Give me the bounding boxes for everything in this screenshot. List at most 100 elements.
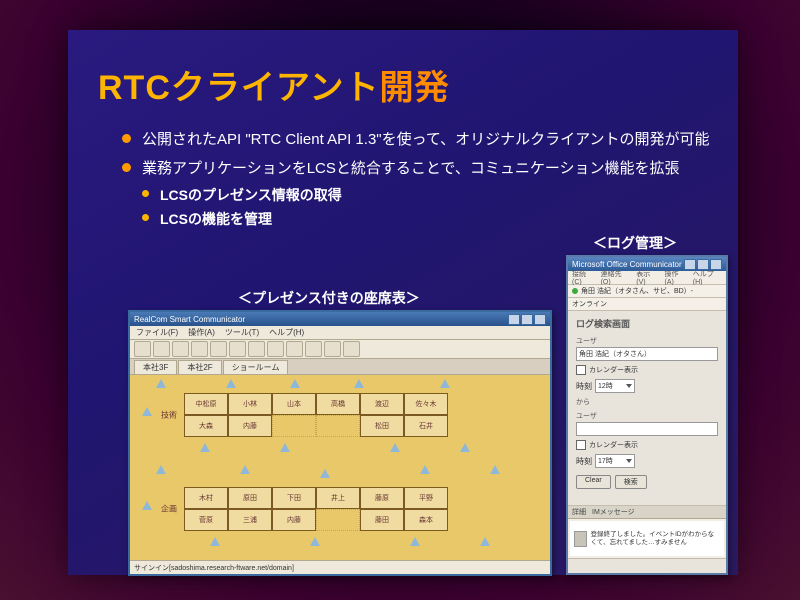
toolbar-btn[interactable] bbox=[343, 341, 360, 357]
list-row[interactable]: 登録終了しました。イベントIDがわからなくて、忘れてました…すみません bbox=[570, 521, 724, 556]
presence-icon bbox=[200, 443, 210, 452]
seat-cell[interactable]: 井上 bbox=[316, 487, 360, 509]
seat-cell[interactable]: 藤原 bbox=[360, 487, 404, 509]
seat-cell[interactable]: 山本 bbox=[272, 393, 316, 415]
toolbar-btn[interactable] bbox=[229, 341, 246, 357]
seat-cell[interactable]: 平野 bbox=[404, 487, 448, 509]
title-prefix: RTC bbox=[98, 69, 171, 107]
seat-cell[interactable]: 小林 bbox=[228, 393, 272, 415]
toolbar-btn[interactable] bbox=[153, 341, 170, 357]
calendar-check[interactable]: カレンダー表示 bbox=[576, 365, 718, 375]
presence-icon bbox=[156, 379, 166, 388]
toolbar-btn[interactable] bbox=[172, 341, 189, 357]
seat-cell[interactable]: 内藤 bbox=[228, 415, 272, 437]
close-button[interactable] bbox=[710, 259, 722, 270]
user2-input[interactable] bbox=[576, 422, 718, 436]
user-input[interactable]: 角田 浩紀（オタさん） bbox=[576, 347, 718, 361]
list-msg-text: 登録終了しました。イベントIDがわからなくて、忘れてました…すみません bbox=[591, 531, 720, 545]
seat-cell[interactable]: 佐々木 bbox=[404, 393, 448, 415]
menu-item[interactable]: 操作(A) bbox=[664, 269, 686, 286]
seat-empty[interactable] bbox=[316, 415, 360, 437]
close-button[interactable] bbox=[534, 314, 546, 325]
seat-cell[interactable]: 松田 bbox=[360, 415, 404, 437]
thumb-icon bbox=[574, 531, 587, 547]
seat-cell[interactable]: 内藤 bbox=[272, 509, 316, 531]
menu-file[interactable]: ファイル(F) bbox=[136, 327, 178, 338]
menu-item[interactable]: 接続(C) bbox=[572, 269, 595, 286]
seat-cell[interactable]: 高橋 bbox=[316, 393, 360, 415]
presence-icon bbox=[142, 501, 152, 510]
seat-cell[interactable]: 下田 bbox=[272, 487, 316, 509]
clear-button[interactable]: Clear bbox=[576, 475, 611, 489]
seat-cell[interactable]: 原田 bbox=[228, 487, 272, 509]
caption-log: ＜ログ管理＞ bbox=[593, 233, 677, 253]
time-value: 12時 bbox=[598, 381, 613, 391]
time-select[interactable]: 12時 bbox=[595, 379, 635, 393]
seat-empty[interactable] bbox=[272, 415, 316, 437]
log-footer bbox=[568, 558, 726, 573]
checkbox-icon bbox=[576, 440, 586, 450]
seat-row: 中松原 小林 山本 高橋 渡辺 佐々木 bbox=[184, 393, 448, 415]
time2-value: 17時 bbox=[598, 456, 613, 466]
toolbar-btn[interactable] bbox=[305, 341, 322, 357]
seat-cell[interactable]: 菅原 bbox=[184, 509, 228, 531]
toolbar-btn[interactable] bbox=[286, 341, 303, 357]
seat-empty[interactable] bbox=[316, 509, 360, 531]
menu-action[interactable]: 操作(A) bbox=[188, 327, 215, 338]
seat-cell[interactable]: 中松原 bbox=[184, 393, 228, 415]
menu-tool[interactable]: ツール(T) bbox=[225, 327, 259, 338]
chevron-down-icon bbox=[626, 384, 632, 388]
group2-label: 企画 bbox=[158, 504, 180, 515]
presence-icon bbox=[142, 407, 152, 416]
time2-label: 時刻 bbox=[576, 456, 592, 467]
tab-3[interactable]: ショールーム bbox=[223, 360, 289, 374]
log-form: ログ検索画面 ユーザ 角田 浩紀（オタさん） カレンダー表示 時刻 12時 から bbox=[568, 311, 726, 505]
seat-cell[interactable]: 大森 bbox=[184, 415, 228, 437]
chevron-down-icon bbox=[626, 459, 632, 463]
toolbar-btn[interactable] bbox=[134, 341, 151, 357]
toolbar-btn[interactable] bbox=[248, 341, 265, 357]
seat-cell[interactable]: 森本 bbox=[404, 509, 448, 531]
presence-icon bbox=[460, 443, 470, 452]
seat-row: 菅原 三浦 内藤 藤田 森本 bbox=[184, 509, 448, 531]
caption-seat-chart: ＜プレゼンス付きの座席表＞ bbox=[238, 288, 420, 308]
list-header: 詳細 IMメッセージ bbox=[568, 506, 726, 519]
presence-icon bbox=[410, 537, 420, 546]
toolbar-btn[interactable] bbox=[210, 341, 227, 357]
title-suffix: 開発 bbox=[380, 69, 450, 107]
seat-cell[interactable]: 藤田 bbox=[360, 509, 404, 531]
toolbar-btn[interactable] bbox=[267, 341, 284, 357]
presence-icon bbox=[480, 537, 490, 546]
calendar2-check[interactable]: カレンダー表示 bbox=[576, 440, 718, 450]
maximize-button[interactable] bbox=[697, 259, 709, 270]
menu-help[interactable]: ヘルプ(H) bbox=[269, 327, 304, 338]
form-title: ログ検索画面 bbox=[576, 317, 718, 330]
tab-1[interactable]: 本社3F bbox=[134, 360, 177, 374]
seat-cell[interactable]: 石井 bbox=[404, 415, 448, 437]
minimize-button[interactable] bbox=[508, 314, 520, 325]
list-col-msg: IMメッセージ bbox=[592, 507, 635, 517]
search-button[interactable]: 検索 bbox=[615, 475, 647, 489]
maximize-button[interactable] bbox=[521, 314, 533, 325]
seat-cell[interactable]: 木村 bbox=[184, 487, 228, 509]
menu-item[interactable]: 連絡先(O) bbox=[601, 269, 631, 286]
seat-statusbar: サインイン[sadoshima.research-ftware.net/doma… bbox=[130, 560, 550, 574]
minimize-button[interactable] bbox=[684, 259, 696, 270]
bullet-1: 公開されたAPI "RTC Client API 1.3"を使って、オリジナルク… bbox=[122, 128, 714, 151]
seat-tabs: 本社3F 本社2F ショールーム bbox=[130, 359, 550, 374]
seat-cell[interactable]: 渡辺 bbox=[360, 393, 404, 415]
projection-backdrop: RTCクライアント開発 公開されたAPI "RTC Client API 1.3… bbox=[0, 0, 800, 600]
menu-item[interactable]: 表示(V) bbox=[636, 269, 658, 286]
seat-titlebar[interactable]: RealCom Smart Communicator bbox=[130, 312, 550, 326]
time-row: 時刻 12時 bbox=[576, 379, 718, 393]
toolbar-btn[interactable] bbox=[324, 341, 341, 357]
toolbar-btn[interactable] bbox=[191, 341, 208, 357]
presence-icon bbox=[320, 469, 330, 478]
presence-icon bbox=[280, 443, 290, 452]
sub-bullet-1: LCSのプレゼンス情報の取得 bbox=[142, 185, 714, 207]
time2-select[interactable]: 17時 bbox=[595, 454, 635, 468]
user2-label: ユーザ bbox=[576, 411, 718, 421]
tab-2[interactable]: 本社2F bbox=[178, 360, 221, 374]
seat-cell[interactable]: 三浦 bbox=[228, 509, 272, 531]
menu-item[interactable]: ヘルプ(H) bbox=[693, 269, 722, 286]
